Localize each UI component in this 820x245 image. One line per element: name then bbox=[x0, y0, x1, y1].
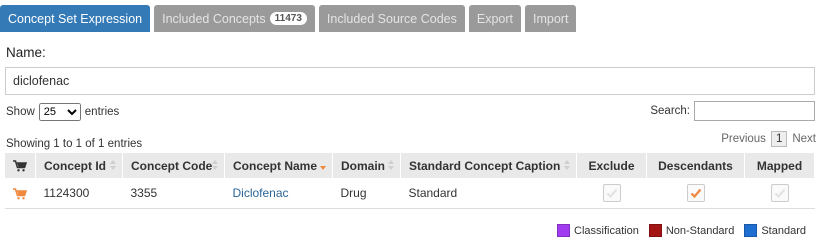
tab-included-source-codes[interactable]: Included Source Codes bbox=[318, 5, 465, 32]
pagination: Previous 1 Next bbox=[721, 131, 816, 147]
tab-label: Included Source Codes bbox=[326, 11, 457, 26]
search-input[interactable] bbox=[694, 101, 815, 121]
page-1-button[interactable]: 1 bbox=[770, 131, 788, 147]
page-length-control: Show 25 entries bbox=[6, 103, 119, 121]
descendants-cell bbox=[646, 178, 745, 209]
concept-id-cell: 1124300 bbox=[35, 178, 123, 209]
column-header-label: Descendants bbox=[658, 158, 733, 173]
legend-swatch-standard bbox=[744, 224, 758, 237]
tab-label: Import bbox=[533, 11, 569, 26]
exclude-cell bbox=[576, 178, 647, 209]
concept-set-name-input[interactable] bbox=[5, 67, 815, 95]
legend-label-classification: Classification bbox=[574, 224, 639, 237]
check-icon bbox=[774, 188, 785, 198]
mapped-checkbox[interactable] bbox=[770, 183, 789, 202]
previous-button[interactable]: Previous bbox=[721, 133, 766, 145]
shopping-cart-icon[interactable] bbox=[13, 187, 27, 200]
tab-bar: Concept Set Expression Included Concepts… bbox=[0, 5, 580, 32]
sort-desc-icon bbox=[320, 160, 326, 171]
legend: Classification Non-Standard Standard bbox=[547, 224, 806, 237]
column-header-concept-id[interactable]: Concept Id bbox=[35, 153, 123, 178]
table-header-row: Concept Id Concept Code Concept Name Dom… bbox=[5, 153, 815, 178]
table-info: Showing 1 to 1 of 1 entries bbox=[6, 138, 143, 150]
table-row: 1124300 3355 Diclofenac Drug Standard bbox=[5, 178, 815, 209]
column-header-concept-code[interactable]: Concept Code bbox=[122, 153, 225, 178]
sort-icon bbox=[388, 160, 394, 171]
concept-name-cell: Diclofenac bbox=[224, 178, 333, 209]
name-label: Name: bbox=[6, 45, 46, 60]
column-header-label: Mapped bbox=[756, 158, 803, 173]
cart-cell[interactable] bbox=[5, 178, 36, 209]
tab-export[interactable]: Export bbox=[468, 5, 522, 32]
next-button[interactable]: Next bbox=[792, 133, 816, 145]
tab-concept-set-expression[interactable]: Concept Set Expression bbox=[0, 5, 151, 32]
count-badge: 11473 bbox=[269, 12, 307, 25]
mapped-cell bbox=[744, 178, 815, 209]
concept-name-link[interactable]: Diclofenac bbox=[233, 186, 289, 200]
show-label: Show bbox=[6, 106, 35, 118]
column-header-label: Domain bbox=[341, 158, 386, 173]
column-header-label: Concept Name bbox=[233, 158, 318, 173]
tab-included-concepts[interactable]: Included Concepts 11473 bbox=[154, 5, 315, 32]
column-header-label: Concept Code bbox=[131, 158, 213, 173]
check-icon bbox=[690, 188, 701, 198]
column-header-mapped: Mapped bbox=[744, 153, 815, 178]
legend-label-non-standard: Non-Standard bbox=[665, 224, 735, 237]
exclude-checkbox[interactable] bbox=[602, 183, 621, 202]
search-label: Search: bbox=[650, 105, 690, 117]
table-filter: Search: bbox=[650, 101, 815, 121]
tab-label: Concept Set Expression bbox=[8, 11, 143, 26]
tab-label: Export bbox=[476, 11, 514, 26]
sort-icon bbox=[212, 160, 218, 171]
sort-icon bbox=[564, 160, 570, 171]
standard-concept-caption-cell: Standard bbox=[400, 178, 577, 209]
column-header-exclude: Exclude bbox=[576, 153, 647, 178]
column-header-descendants: Descendants bbox=[646, 153, 745, 178]
column-header-label: Standard Concept Caption bbox=[409, 158, 561, 173]
entries-label: entries bbox=[84, 106, 120, 118]
tab-label: Included Concepts bbox=[162, 11, 266, 26]
legend-swatch-classification bbox=[557, 224, 571, 237]
column-header-label: Concept Id bbox=[44, 158, 106, 173]
check-icon bbox=[606, 188, 617, 198]
column-header-domain[interactable]: Domain bbox=[332, 153, 401, 178]
legend-label-standard: Standard bbox=[761, 224, 806, 237]
column-header-label: Exclude bbox=[588, 158, 635, 173]
cart-column-header[interactable] bbox=[5, 153, 36, 178]
sort-icon bbox=[110, 160, 116, 171]
concept-table: Concept Id Concept Code Concept Name Dom… bbox=[5, 153, 815, 209]
shopping-cart-icon bbox=[13, 160, 27, 172]
legend-swatch-non-standard bbox=[648, 224, 662, 237]
domain-cell: Drug bbox=[332, 178, 401, 209]
column-header-standard-concept-caption[interactable]: Standard Concept Caption bbox=[400, 153, 577, 178]
tab-import[interactable]: Import bbox=[525, 5, 577, 32]
column-header-concept-name[interactable]: Concept Name bbox=[224, 153, 333, 178]
descendants-checkbox[interactable] bbox=[686, 183, 705, 202]
concept-code-cell: 3355 bbox=[122, 178, 225, 209]
page-length-select[interactable]: 25 bbox=[38, 103, 81, 121]
